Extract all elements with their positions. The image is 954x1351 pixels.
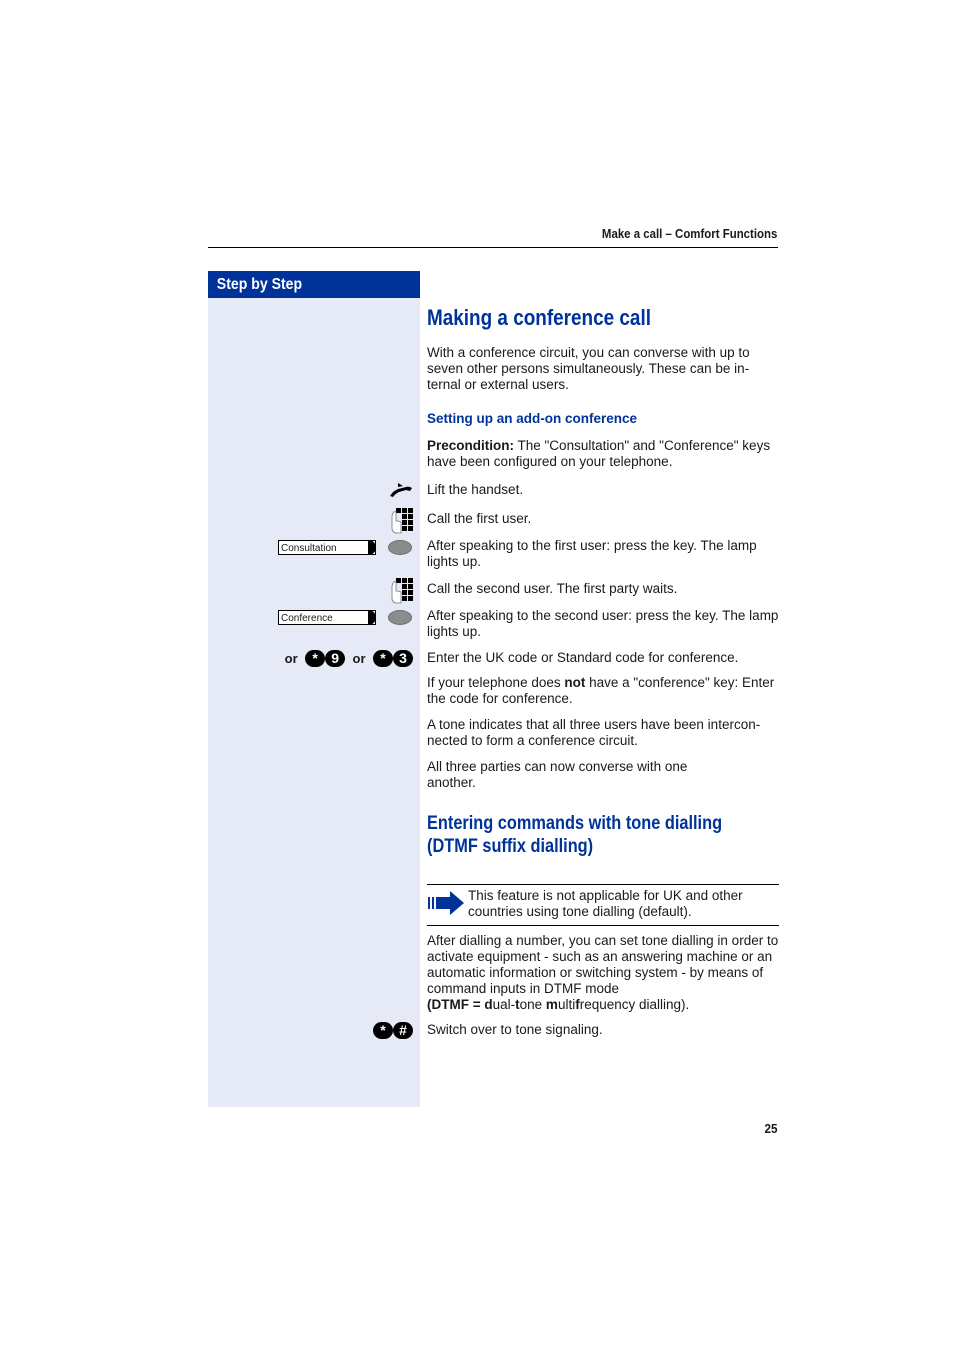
- step-text: After speaking to the first user: press …: [427, 538, 757, 569]
- step-text: Call the second user. The first party wa…: [427, 581, 678, 596]
- section-title: Entering commands with tone dialling: [427, 813, 723, 834]
- page-title: Making a conference call: [427, 305, 651, 330]
- hash-key-icon: #: [393, 1022, 413, 1040]
- note-text: This feature is not applicable for UK an…: [468, 888, 743, 919]
- converse-paragraph: All three parties can now converse with …: [427, 759, 688, 790]
- step-text: Enter the UK code or Standard code for c…: [427, 650, 739, 665]
- step-text: Lift the handset.: [427, 482, 524, 497]
- lift-handset-icon: [390, 483, 412, 497]
- keypad-dial-icon: [391, 508, 413, 534]
- subsection-title: Setting up an add-on conference: [427, 411, 638, 426]
- conference-key[interactable]: Conference: [278, 610, 376, 625]
- note-bottom-rule: [427, 925, 779, 926]
- star-key-icon: *: [373, 650, 393, 668]
- note-arrow-icon: [428, 891, 464, 915]
- section-title-line2: (DTMF suffix dialling): [427, 836, 594, 857]
- step-text: Switch over to tone signaling.: [427, 1022, 603, 1037]
- digit-9-key-icon: 9: [325, 650, 346, 668]
- star-key-icon: *: [373, 1022, 393, 1040]
- header-divider: [208, 247, 778, 248]
- conference-lamp-icon: [388, 610, 412, 625]
- star-key-icon: *: [305, 650, 326, 668]
- step-sidebar: [208, 271, 420, 1107]
- step-text: After speaking to the second user: press…: [427, 608, 779, 639]
- keypad-dial-icon: [391, 578, 413, 604]
- consultation-key[interactable]: Consultation: [278, 540, 376, 555]
- intro-paragraph: With a conference circuit, you can conve…: [427, 345, 750, 392]
- running-header: Make a call – Comfort Functions: [601, 226, 777, 241]
- note-top-rule: [427, 884, 779, 885]
- sidebar-heading: Step by Step: [208, 271, 420, 298]
- precondition-paragraph: Precondition: The "Consultation" and "Co…: [427, 438, 771, 469]
- no-key-paragraph: If your telephone does not have a "confe…: [427, 675, 775, 706]
- page-number: 25: [763, 1121, 777, 1136]
- tone-code: * #: [373, 1022, 413, 1040]
- digit-3-key-icon: 3: [393, 650, 413, 668]
- consultation-lamp-icon: [388, 540, 412, 555]
- conference-codes: or * 9 or * 3: [282, 650, 413, 668]
- dtmf-paragraph: After dialling a number, you can set ton…: [427, 933, 779, 1012]
- step-text: Call the first user.: [427, 511, 532, 526]
- tone-info-paragraph: A tone indicates that all three users ha…: [427, 717, 761, 748]
